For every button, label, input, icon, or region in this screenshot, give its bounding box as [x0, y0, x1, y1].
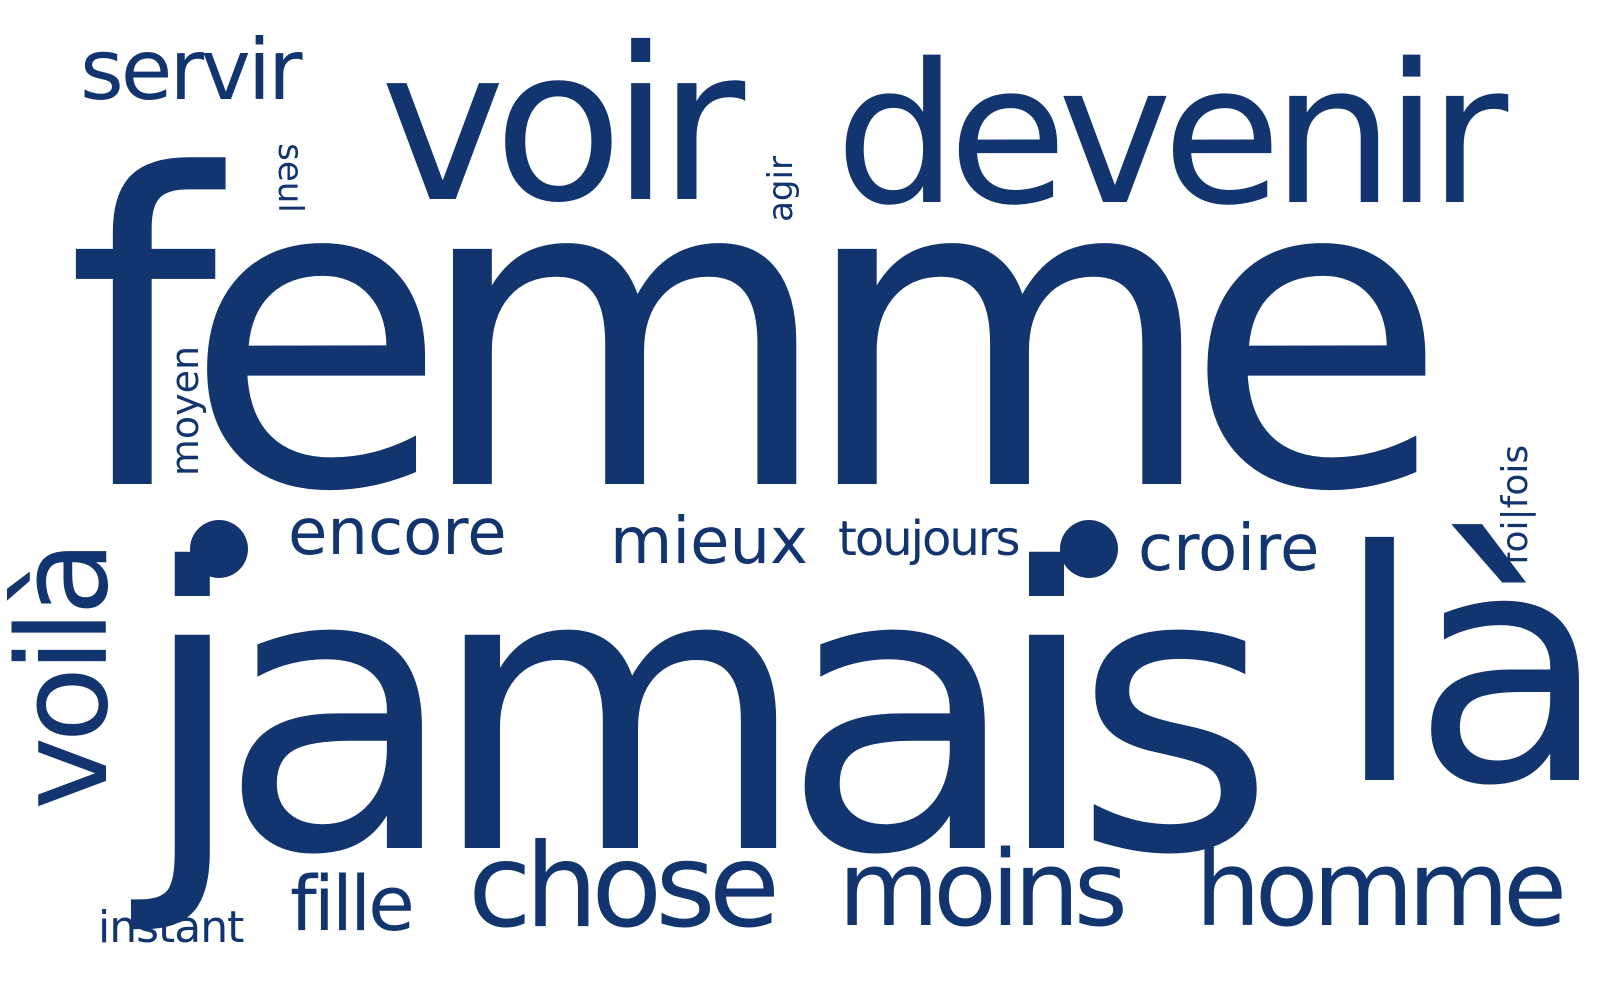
word-homme: homme: [1195, 828, 1567, 950]
word-moins: moins: [838, 828, 1128, 950]
bullet-dot: [1060, 520, 1118, 578]
word-cloud: femme jamais là voir devenir servir voil…: [0, 0, 1600, 1000]
word-encore: encore: [288, 496, 507, 570]
word-servir: servir: [80, 21, 303, 119]
word-foisfois: foi|fois: [1495, 444, 1536, 566]
word-devenir: devenir: [835, 22, 1508, 248]
word-voir: voir: [380, 2, 745, 249]
word-mieux: mieux: [610, 505, 808, 579]
word-toujours: toujours: [838, 511, 1020, 567]
word-agir: agir: [761, 156, 801, 222]
bullet-dot: [190, 520, 248, 578]
word-chose: chose: [468, 819, 780, 954]
word-croire: croire: [1138, 512, 1320, 586]
word-instant: instant: [98, 902, 244, 953]
word-seul: seul: [270, 143, 310, 213]
word-fille: fille: [290, 859, 415, 948]
word-moyen: moyen: [163, 345, 207, 477]
word-voila: voilà: [0, 545, 136, 810]
word-la: là: [1335, 484, 1600, 856]
